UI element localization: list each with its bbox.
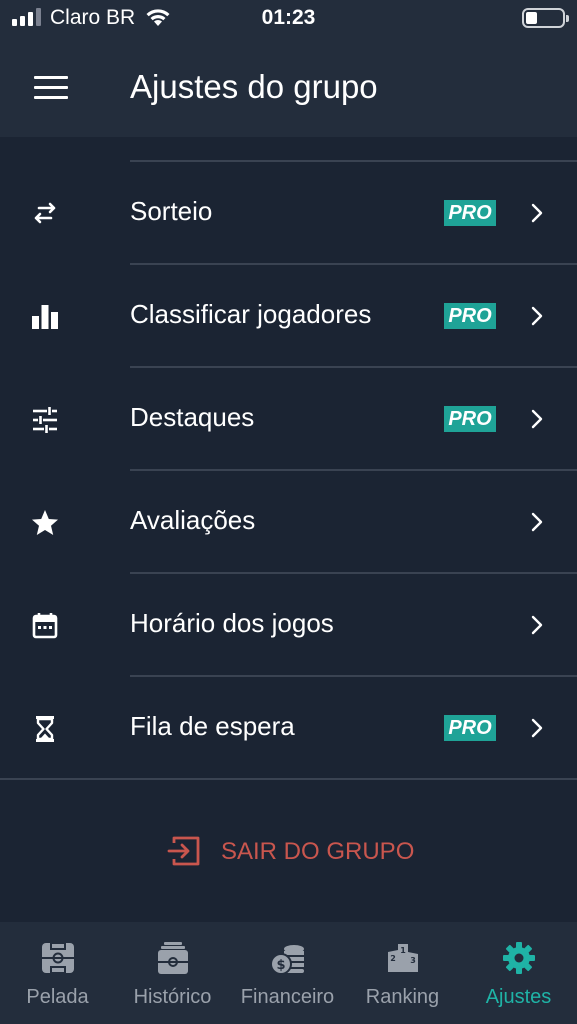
tab-label: Financeiro [240, 986, 335, 1008]
hourglass-icon [36, 716, 54, 742]
chevron-right-icon [531, 409, 543, 429]
settings-item-avaliacoes[interactable]: Avaliações [0, 471, 577, 574]
settings-item-label: Fila de espera [130, 711, 295, 741]
divider [0, 778, 577, 780]
battery-icon [522, 8, 569, 28]
tab-ajustes[interactable]: Ajustes [460, 922, 577, 1024]
settings-item-destaques[interactable]: Destaques PRO [0, 368, 577, 471]
swap-arrows-icon [34, 202, 56, 224]
settings-item-sorteio[interactable]: Sorteio PRO [0, 162, 577, 265]
settings-item-label: Sorteio [130, 196, 213, 226]
chevron-right-icon [531, 718, 543, 738]
svg-text:3: 3 [410, 956, 416, 965]
settings-item-classificar-jogadores[interactable]: Classificar jogadores PRO [0, 265, 577, 368]
tab-label: Ranking [365, 986, 440, 1008]
status-time: 01:23 [261, 6, 316, 29]
pro-badge: PRO [444, 200, 496, 226]
chevron-right-icon [531, 512, 543, 532]
calendar-icon [32, 613, 58, 639]
chevron-right-icon [531, 615, 543, 635]
svg-text:$: $ [276, 958, 285, 973]
field-icon [41, 942, 74, 974]
tab-historico[interactable]: Histórico [115, 922, 230, 1024]
settings-item-horario-dos-jogos[interactable]: Horário dos jogos [0, 574, 577, 677]
tab-label: Ajustes [485, 986, 552, 1008]
status-bar: Claro BR 01:23 [0, 0, 577, 38]
leave-group-label: SAIR DO GRUPO [221, 838, 415, 865]
exit-icon [167, 836, 200, 866]
pro-badge: PRO [444, 406, 496, 432]
podium-icon: 1 2 3 [387, 944, 418, 972]
settings-item-label: Classificar jogadores [130, 299, 372, 329]
settings-item-label: Avaliações [130, 505, 256, 535]
svg-text:1: 1 [400, 946, 406, 955]
hamburger-menu-icon[interactable] [34, 76, 68, 100]
coins-icon: $ [269, 945, 304, 975]
pro-badge: PRO [444, 715, 496, 741]
bar-chart-icon [32, 305, 58, 329]
tab-label: Histórico [133, 986, 212, 1008]
header: Claro BR 01:23 Ajustes do grupo [0, 0, 577, 137]
tune-sliders-icon [33, 407, 57, 433]
svg-text:2: 2 [390, 954, 396, 963]
pro-badge: PRO [444, 303, 496, 329]
bottom-tab-bar: Pelada Histórico $ Financeiro 1 2 3 Rank… [0, 922, 577, 1024]
settings-item-fila-de-espera[interactable]: Fila de espera PRO [0, 677, 577, 780]
star-icon [32, 510, 58, 535]
gear-icon [502, 942, 535, 974]
settings-screen: Claro BR 01:23 Ajustes do grupo Sorteio … [0, 0, 577, 1024]
chevron-right-icon [531, 203, 543, 223]
history-icon [157, 942, 188, 974]
chevron-right-icon [531, 306, 543, 326]
settings-item-label: Destaques [130, 402, 255, 432]
tab-ranking[interactable]: 1 2 3 Ranking [345, 922, 460, 1024]
page-title: Ajustes do grupo [130, 68, 378, 105]
tab-label: Pelada [26, 986, 89, 1008]
tab-financeiro[interactable]: $ Financeiro [230, 922, 345, 1024]
tab-pelada[interactable]: Pelada [0, 922, 115, 1024]
settings-item-label: Horário dos jogos [130, 608, 334, 638]
